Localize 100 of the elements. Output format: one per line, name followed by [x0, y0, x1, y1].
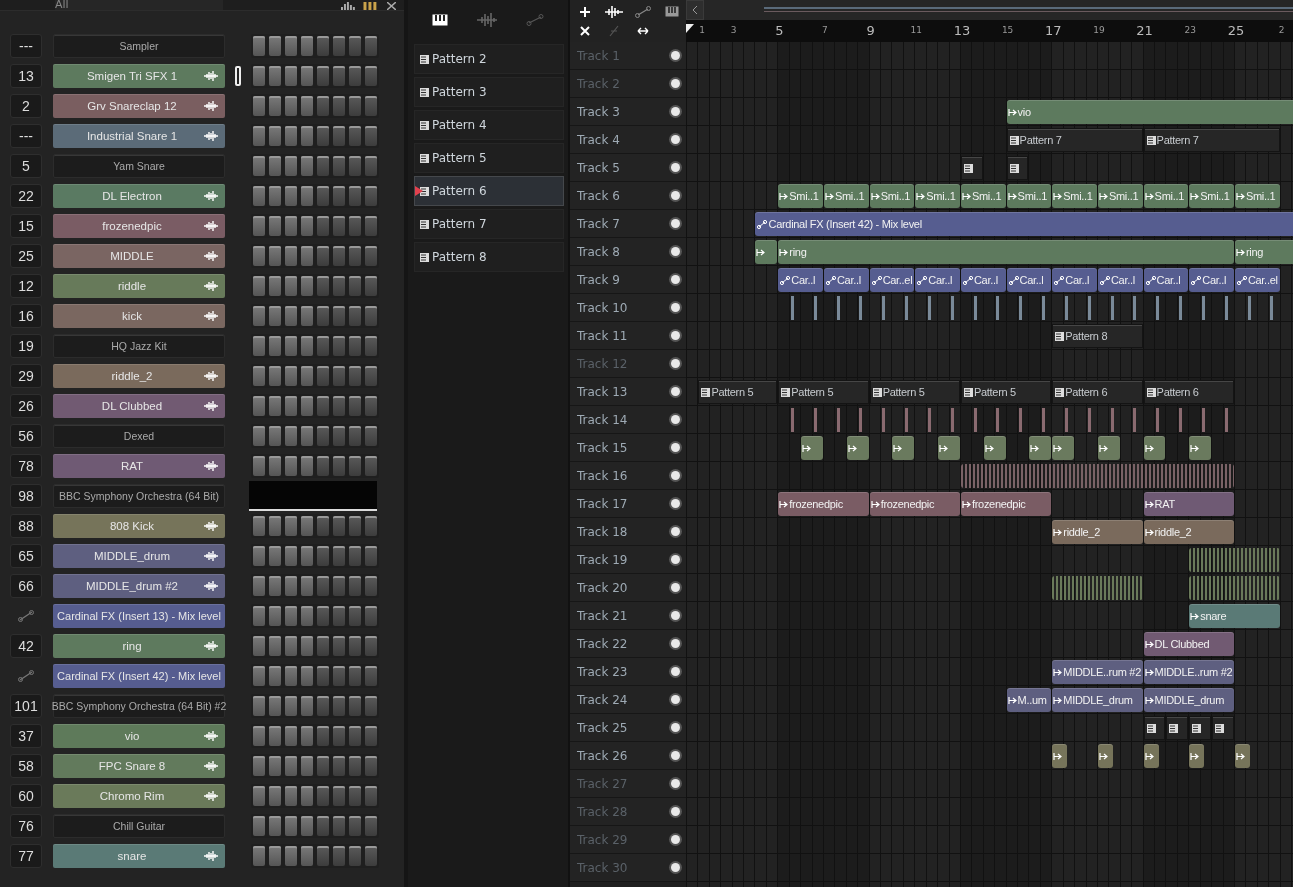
- audio-clip[interactable]: [1097, 744, 1113, 768]
- channel-button[interactable]: Smigen Tri SFX 1: [53, 64, 225, 88]
- pattern-clip[interactable]: Pattern 5: [869, 380, 960, 404]
- step-button[interactable]: [333, 276, 345, 296]
- step-button[interactable]: [269, 246, 281, 266]
- step-button[interactable]: [269, 426, 281, 446]
- step-button[interactable]: [317, 516, 329, 536]
- step-button[interactable]: [317, 336, 329, 356]
- step-button[interactable]: [301, 96, 313, 116]
- step-button[interactable]: [333, 96, 345, 116]
- piano-icon[interactable]: [664, 6, 679, 17]
- channel-button[interactable]: DL Clubbed: [53, 394, 225, 418]
- track-header[interactable]: Track 25: [570, 714, 686, 742]
- mixer-track-field[interactable]: ---: [10, 124, 42, 148]
- audio-clip[interactable]: ring: [1234, 240, 1293, 264]
- audio-clip[interactable]: [755, 240, 778, 264]
- channel-select-indicator[interactable]: [235, 66, 241, 86]
- step-button[interactable]: [253, 576, 265, 596]
- step-button[interactable]: [365, 786, 377, 806]
- mixer-track-field[interactable]: 65: [10, 544, 42, 568]
- step-button[interactable]: [253, 516, 265, 536]
- mixer-track-field[interactable]: 29: [10, 364, 42, 388]
- step-button[interactable]: [317, 456, 329, 476]
- channel-button[interactable]: riddle: [53, 274, 225, 298]
- pattern-clip[interactable]: [960, 156, 983, 180]
- audio-clip[interactable]: [1143, 744, 1159, 768]
- channel-button[interactable]: FPC Snare 8: [53, 754, 225, 778]
- step-button[interactable]: [285, 426, 297, 446]
- step-button[interactable]: [301, 516, 313, 536]
- step-button[interactable]: [333, 156, 345, 176]
- step-button[interactable]: [269, 456, 281, 476]
- step-button[interactable]: [301, 396, 313, 416]
- step-button[interactable]: [349, 126, 361, 146]
- mixer-track-field[interactable]: 15: [10, 214, 42, 238]
- step-button[interactable]: [253, 786, 265, 806]
- step-button[interactable]: [317, 96, 329, 116]
- step-button[interactable]: [333, 306, 345, 326]
- step-button[interactable]: [253, 726, 265, 746]
- track-header[interactable]: Track 18: [570, 518, 686, 546]
- step-button[interactable]: [253, 696, 265, 716]
- audio-clip[interactable]: Smi..1: [1143, 184, 1189, 208]
- automation-clip[interactable]: Cardinal FX (Insert 42) - Mix level: [755, 212, 1293, 236]
- step-button[interactable]: [317, 786, 329, 806]
- step-button[interactable]: [333, 696, 345, 716]
- mute-led[interactable]: [671, 807, 680, 816]
- step-button[interactable]: [301, 846, 313, 866]
- audio-clip[interactable]: [1029, 436, 1052, 460]
- track-header[interactable]: Track 22: [570, 630, 686, 658]
- step-button[interactable]: [301, 816, 313, 836]
- step-button[interactable]: [301, 786, 313, 806]
- note-marks[interactable]: [1052, 576, 1143, 600]
- step-button[interactable]: [301, 606, 313, 626]
- step-button[interactable]: [301, 66, 313, 86]
- audio-clip[interactable]: [801, 436, 823, 460]
- step-button[interactable]: [349, 366, 361, 386]
- track-header[interactable]: Track 8: [570, 238, 686, 266]
- automation-icon[interactable]: [634, 5, 651, 18]
- step-button[interactable]: [365, 606, 377, 626]
- mixer-track-field[interactable]: 42: [10, 634, 42, 658]
- audio-clip[interactable]: MIDDLE_drum: [1052, 688, 1143, 712]
- step-button[interactable]: [317, 246, 329, 266]
- track-header[interactable]: Track 14: [570, 406, 686, 434]
- step-button[interactable]: [269, 576, 281, 596]
- audio-clip[interactable]: frozenedpic: [960, 492, 1052, 516]
- mixer-track-field[interactable]: 101: [10, 694, 42, 718]
- audio-clip[interactable]: frozenedpic: [778, 492, 869, 516]
- step-button[interactable]: [253, 816, 265, 836]
- note-marks[interactable]: [1189, 576, 1280, 600]
- track-header[interactable]: Track 23: [570, 658, 686, 686]
- mixer-track-field[interactable]: 78: [10, 454, 42, 478]
- pattern-clip[interactable]: [1166, 716, 1189, 740]
- audio-clip[interactable]: [1143, 436, 1166, 460]
- step-button[interactable]: [301, 696, 313, 716]
- channel-button[interactable]: Yam Snare: [53, 154, 225, 178]
- track-header[interactable]: Track 5: [570, 154, 686, 182]
- audio-clip[interactable]: [1052, 436, 1075, 460]
- step-button[interactable]: [269, 636, 281, 656]
- step-button[interactable]: [317, 816, 329, 836]
- audio-clip[interactable]: RAT: [1143, 492, 1234, 516]
- audio-clip[interactable]: riddle_2: [1052, 520, 1143, 544]
- channel-button[interactable]: Chromo Rim: [53, 784, 225, 808]
- channel-button[interactable]: RAT: [53, 454, 225, 478]
- step-button[interactable]: [317, 126, 329, 146]
- automation-clip[interactable]: Car..l: [1189, 268, 1234, 292]
- audio-clip[interactable]: [892, 436, 915, 460]
- automation-clip[interactable]: Car..l: [1006, 268, 1052, 292]
- step-button[interactable]: [253, 246, 265, 266]
- mute-led[interactable]: [671, 359, 680, 368]
- step-button[interactable]: [333, 786, 345, 806]
- step-button[interactable]: [269, 756, 281, 776]
- step-button[interactable]: [365, 726, 377, 746]
- mixer-track-field[interactable]: 77: [10, 844, 42, 868]
- step-button[interactable]: [349, 666, 361, 686]
- channel-button[interactable]: Industrial Snare 1: [53, 124, 225, 148]
- step-button[interactable]: [333, 846, 345, 866]
- mute-led[interactable]: [671, 695, 680, 704]
- step-button[interactable]: [349, 36, 361, 56]
- step-button[interactable]: [349, 456, 361, 476]
- step-button[interactable]: [365, 516, 377, 536]
- step-button[interactable]: [349, 186, 361, 206]
